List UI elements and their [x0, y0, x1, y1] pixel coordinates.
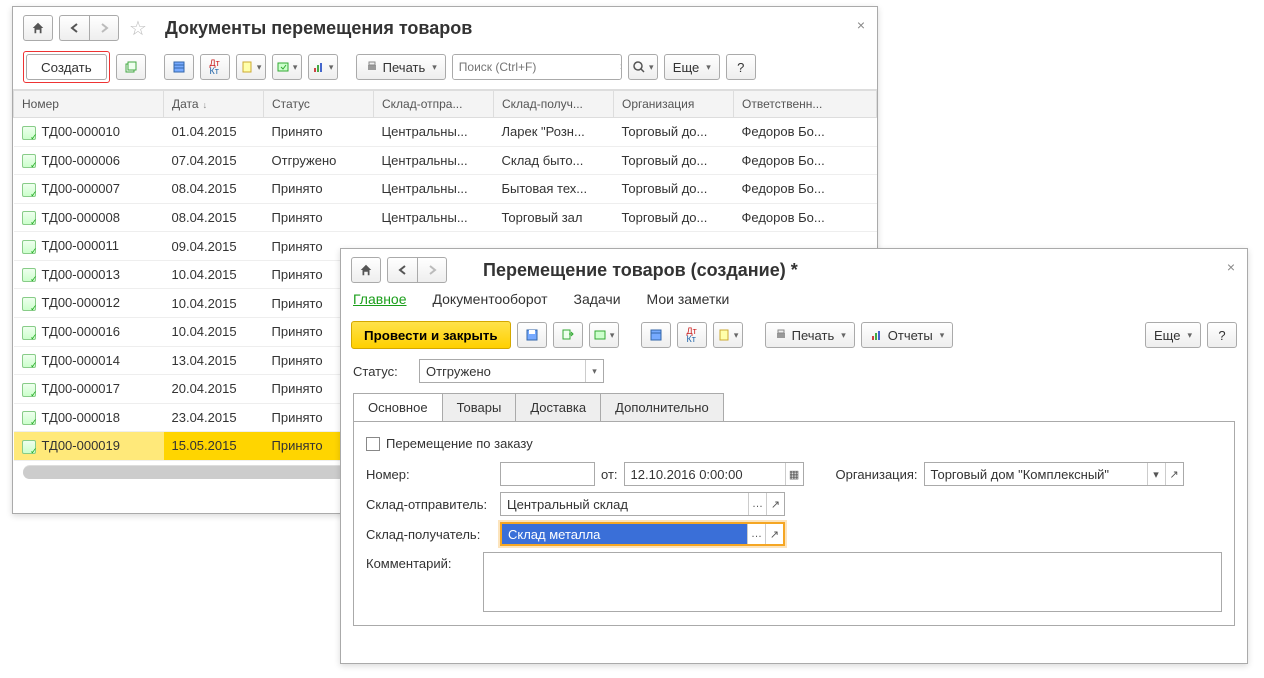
home-button[interactable] [23, 15, 53, 41]
doc-status-icon [22, 268, 36, 282]
sender-picker[interactable]: Центральный склад …↗ [500, 492, 785, 516]
date-input[interactable]: 12.10.2016 0:00:00 ▦ [624, 462, 804, 486]
page-title: Перемещение товаров (создание) * [483, 260, 798, 281]
doc-status-icon [22, 211, 36, 225]
table-row[interactable]: ТД00-00001001.04.2015ПринятоЦентральны..… [14, 118, 877, 147]
dtkt-button[interactable]: ДтКт [200, 54, 230, 80]
forward-button[interactable] [417, 257, 447, 283]
open-icon[interactable]: ↗ [765, 524, 783, 544]
col-number[interactable]: Номер [14, 91, 164, 118]
open-icon[interactable]: ↗ [1165, 463, 1183, 485]
doc-status-icon [22, 411, 36, 425]
post-button[interactable] [553, 322, 583, 348]
nav-docflow[interactable]: Документооборот [433, 291, 548, 307]
col-warehouse-to[interactable]: Склад-получ... [494, 91, 614, 118]
forward-button[interactable] [89, 15, 119, 41]
nav-main[interactable]: Главное [353, 291, 407, 307]
attach-button[interactable] [713, 322, 743, 348]
doc-status-icon [22, 183, 36, 197]
from-label: от: [601, 467, 618, 482]
chevron-down-icon[interactable]: ▾ [585, 360, 603, 382]
back-button[interactable] [59, 15, 89, 41]
edi-button[interactable] [272, 54, 302, 80]
number-label: Номер: [366, 463, 494, 486]
receiver-picker[interactable]: Склад металла …↗ [500, 522, 785, 546]
doc-status-icon [22, 126, 36, 140]
col-warehouse-from[interactable]: Склад-отпра... [374, 91, 494, 118]
edi-button[interactable] [589, 322, 619, 348]
document-form-window: × Перемещение товаров (создание) * Главн… [340, 248, 1248, 664]
tab-panel-main: Перемещение по заказу Номер: от: 12.10.2… [353, 421, 1235, 626]
tab-goods[interactable]: Товары [442, 393, 517, 421]
by-order-label: Перемещение по заказу [386, 436, 533, 451]
tab-delivery[interactable]: Доставка [515, 393, 601, 421]
sender-label: Склад-отправитель: [366, 493, 494, 516]
nav-notes[interactable]: Мои заметки [647, 291, 730, 307]
doc-status-icon [22, 326, 36, 340]
col-org[interactable]: Организация [614, 91, 734, 118]
section-nav: Главное Документооборот Задачи Мои замет… [341, 287, 1247, 315]
col-responsible[interactable]: Ответственн... [734, 91, 877, 118]
favorite-icon[interactable]: ☆ [125, 15, 151, 41]
inner-tabs: Основное Товары Доставка Дополнительно [353, 393, 1235, 421]
status-label: Статус: [353, 364, 413, 379]
reports-button[interactable] [308, 54, 338, 80]
table-row[interactable]: ТД00-00000607.04.2015ОтгруженоЦентральны… [14, 146, 877, 175]
home-button[interactable] [351, 257, 381, 283]
tab-additional[interactable]: Дополнительно [600, 393, 724, 421]
list-settings-button[interactable] [164, 54, 194, 80]
by-order-checkbox[interactable] [366, 437, 380, 451]
comment-label: Комментарий: [366, 552, 477, 575]
help-button[interactable]: ? [1207, 322, 1237, 348]
table-row[interactable]: ТД00-00000708.04.2015ПринятоЦентральны..… [14, 175, 877, 204]
doc-status-icon [22, 440, 36, 454]
reports-button[interactable]: Отчеты [861, 322, 953, 348]
attach-button[interactable] [236, 54, 266, 80]
table-header-row: Номер Дата↓ Статус Склад-отпра... Склад-… [14, 91, 877, 118]
more-button[interactable]: Еще [664, 54, 720, 80]
col-status[interactable]: Статус [264, 91, 374, 118]
comment-input[interactable] [483, 552, 1222, 612]
org-picker[interactable]: Торговый дом "Комплексный" ▾↗ [924, 462, 1184, 486]
open-icon[interactable]: ↗ [766, 493, 784, 515]
list-settings-button[interactable] [641, 322, 671, 348]
chevron-down-icon[interactable]: ▾ [1147, 463, 1165, 485]
search-button[interactable] [628, 54, 658, 80]
number-input[interactable] [500, 462, 595, 486]
doc-status-icon [22, 240, 36, 254]
search-input-wrap: × [452, 54, 622, 80]
post-and-close-button[interactable]: Провести и закрыть [351, 321, 511, 349]
close-icon[interactable]: × [1223, 255, 1239, 279]
page-title: Документы перемещения товаров [165, 18, 472, 39]
save-button[interactable] [517, 322, 547, 348]
col-date[interactable]: Дата↓ [164, 91, 264, 118]
tab-main[interactable]: Основное [353, 393, 443, 421]
print-button[interactable]: Печать [356, 54, 446, 80]
copy-button[interactable] [116, 54, 146, 80]
clear-search-icon[interactable]: × [620, 55, 622, 79]
dots-icon[interactable]: … [748, 493, 766, 515]
doc-status-icon [22, 297, 36, 311]
org-label: Организация: [836, 467, 918, 482]
create-button[interactable]: Создать [26, 54, 107, 80]
help-button[interactable]: ? [726, 54, 756, 80]
more-button[interactable]: Еще [1145, 322, 1201, 348]
table-row[interactable]: ТД00-00000808.04.2015ПринятоЦентральны..… [14, 203, 877, 232]
doc-status-icon [22, 354, 36, 368]
back-button[interactable] [387, 257, 417, 283]
calendar-icon[interactable]: ▦ [785, 463, 803, 485]
close-icon[interactable]: × [853, 13, 869, 37]
dtkt-button[interactable]: ДтКт [677, 322, 707, 348]
search-input[interactable] [453, 55, 620, 79]
receiver-label: Склад-получатель: [366, 523, 494, 546]
dots-icon[interactable]: … [747, 524, 765, 544]
doc-status-icon [22, 383, 36, 397]
nav-tasks[interactable]: Задачи [574, 291, 621, 307]
doc-status-icon [22, 154, 36, 168]
status-combo[interactable]: Отгружено ▾ [419, 359, 604, 383]
print-button[interactable]: Печать [765, 322, 855, 348]
